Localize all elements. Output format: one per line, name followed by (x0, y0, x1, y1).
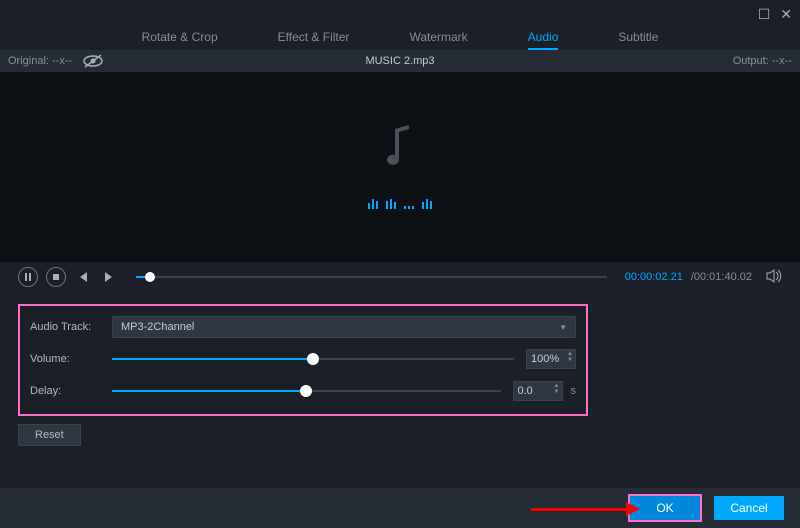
reset-button[interactable]: Reset (18, 424, 81, 446)
tab-effect-filter[interactable]: Effect & Filter (248, 30, 380, 44)
delay-thumb[interactable] (300, 385, 312, 397)
original-dimensions: Original: --x-- (8, 55, 72, 67)
delay-unit: s (571, 385, 577, 397)
volume-slider[interactable] (112, 358, 514, 360)
time-total: /00:01:40.02 (691, 271, 752, 283)
audio-controls-highlight: Audio Track: MP3-2Channel Volume: 100% ▲… (18, 304, 588, 416)
audio-track-label: Audio Track: (30, 321, 112, 333)
cancel-button[interactable]: Cancel (714, 496, 784, 520)
filename: MUSIC 2.mp3 (208, 55, 592, 67)
volume-icon[interactable] (766, 269, 782, 286)
seek-slider[interactable] (136, 276, 607, 278)
playback-bar: 00:00:02.21/00:01:40.02 (0, 262, 800, 292)
tab-watermark[interactable]: Watermark (379, 30, 497, 44)
tab-rotate-crop[interactable]: Rotate & Crop (112, 30, 248, 44)
volume-value-text: 100% (531, 353, 559, 365)
info-bar: Original: --x-- MUSIC 2.mp3 Output: --x-… (0, 50, 800, 72)
tab-subtitle[interactable]: Subtitle (588, 30, 688, 44)
delay-slider[interactable] (112, 390, 501, 392)
tab-bar: Rotate & Crop Effect & Filter Watermark … (0, 0, 800, 50)
volume-label: Volume: (30, 353, 112, 365)
music-note-icon (383, 125, 417, 179)
stop-button[interactable] (46, 267, 66, 287)
tab-audio[interactable]: Audio (498, 30, 589, 44)
delay-value[interactable]: 0.0 ▲▼ (513, 381, 563, 401)
close-icon[interactable]: ✕ (780, 6, 792, 23)
volume-value[interactable]: 100% ▲▼ (526, 349, 576, 369)
time-current: 00:00:02.21 (625, 271, 683, 283)
equalizer-icon (368, 197, 432, 209)
volume-stepper[interactable]: ▲▼ (567, 351, 573, 363)
maximize-icon[interactable]: ☐ (758, 6, 771, 23)
annotation-arrow (531, 502, 640, 516)
delay-stepper[interactable]: ▲▼ (554, 383, 560, 395)
ok-button[interactable]: OK (630, 496, 700, 520)
preview-area (0, 72, 800, 262)
prev-button[interactable] (74, 268, 92, 286)
delay-label: Delay: (30, 385, 112, 397)
audio-track-select[interactable]: MP3-2Channel (112, 316, 576, 338)
next-button[interactable] (100, 268, 118, 286)
delay-value-text: 0.0 (518, 385, 533, 397)
pause-button[interactable] (18, 267, 38, 287)
footer-bar: OK Cancel (0, 488, 800, 528)
preview-toggle-icon[interactable] (82, 54, 104, 68)
output-dimensions: Output: --x-- (592, 55, 792, 67)
volume-thumb[interactable] (307, 353, 319, 365)
seek-thumb[interactable] (145, 272, 155, 282)
